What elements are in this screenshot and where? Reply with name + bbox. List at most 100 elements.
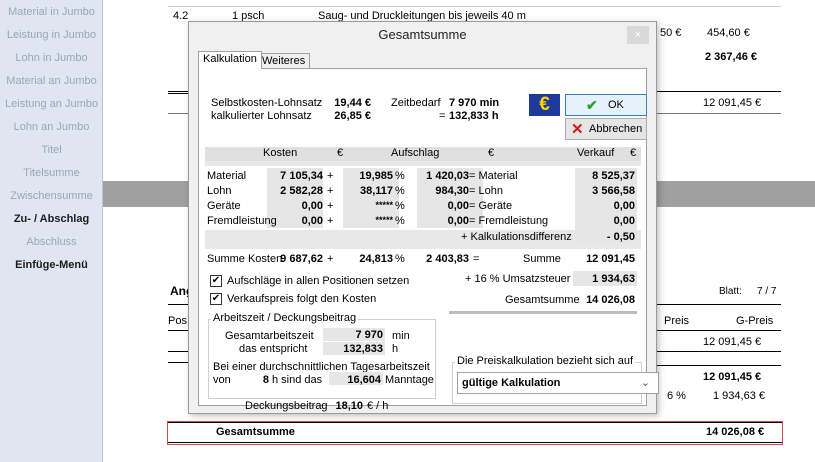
position-price: 454,60 €	[707, 27, 750, 39]
tagesarbeitszeit-text: Bei einer durchschnittlichen Tagesarbeit…	[213, 361, 430, 373]
checkbox-aufschlaege[interactable]: ✔	[210, 275, 222, 287]
row-aufschlag-eur: 1 420,03	[426, 170, 469, 182]
row-kosten: 0,00	[301, 215, 323, 227]
ok-button[interactable]: ✔ OK	[565, 94, 647, 116]
sidebar-item-leistung-an-jumbo[interactable]: Leistung an Jumbo	[0, 98, 103, 110]
row-aufschlag[interactable]: *****	[343, 215, 393, 225]
divider	[168, 93, 188, 94]
sheet-value: 7 / 7	[757, 286, 777, 297]
divider	[168, 362, 188, 363]
header-kosten: Kosten	[263, 147, 298, 159]
row-aufschlag-eur: 0,00	[447, 215, 469, 227]
divider	[657, 365, 781, 366]
check-icon: ✔	[586, 97, 598, 113]
kalkulation-panel: Selbstkosten-Lohnsatz 19,44 € kalkuliert…	[198, 68, 659, 412]
row-aufschlag[interactable]: 19,985	[343, 170, 393, 182]
zeitbedarf-equals: =	[439, 110, 446, 122]
divider	[657, 304, 781, 305]
chevron-down-icon: ⌄	[640, 377, 650, 389]
sidebar-item-material-in-jumbo[interactable]: Material in Jumbo	[0, 6, 103, 18]
row-op: +	[327, 215, 334, 227]
net-total-value: 12 091,45 €	[703, 371, 762, 383]
summe-aufschlag-eur: 2 403,83	[426, 253, 469, 265]
dialog-title: Gesamtsumme	[189, 22, 656, 48]
sind-das-label: h sind das	[272, 374, 323, 386]
row-aufschlag[interactable]: *****	[343, 200, 393, 210]
preiskalkulation-select[interactable]: gültige Kalkulation ⌄	[457, 372, 659, 394]
divider	[657, 351, 781, 352]
row-verkauf: 0,00	[613, 200, 635, 212]
divider	[657, 330, 781, 331]
von-value[interactable]: 8	[255, 374, 269, 386]
deckungsbeitrag-unit: € / h	[367, 400, 389, 412]
gesamt-value: 14 026,08	[586, 294, 635, 306]
row-verkauf: 3 566,58	[592, 185, 635, 197]
sidebar-item-lohn-an-jumbo[interactable]: Lohn an Jumbo	[0, 121, 103, 133]
divider	[168, 330, 188, 331]
summe-kosten-value: 9 687,62	[280, 253, 323, 265]
header-aufschlag-euro: €	[488, 147, 495, 159]
row-label: Geräte	[207, 200, 241, 212]
summe-op: +	[327, 253, 334, 265]
calculation-table: Kosten € Aufschlag € Verkauf € Material …	[205, 147, 641, 280]
ust-value: 1 934,63	[592, 273, 635, 285]
euro-icon[interactable]: €	[529, 94, 560, 116]
column-pos-partial: Pos	[168, 315, 187, 327]
zeitbedarf-hours: 132,833 h	[449, 110, 499, 122]
arbeitszeit-group-title: Arbeitszeit / Deckungsbeitrag	[211, 312, 359, 324]
row-kosten: 0,00	[301, 200, 323, 212]
summe-aufschlag: 24,813	[359, 253, 393, 265]
row-aufschlag-eur: 984,30	[435, 185, 469, 197]
divider	[168, 304, 188, 305]
kalk-lohnsatz-value: 26,85 €	[334, 110, 371, 122]
row-op: +	[327, 185, 334, 197]
row-aufschlag[interactable]: 38,117	[343, 185, 393, 197]
row-eq: = Lohn	[469, 185, 503, 197]
header-aufschlag: Aufschlag	[391, 147, 440, 159]
manntage-label: Manntage	[385, 374, 434, 386]
checkbox-verkaufspreis[interactable]: ✔	[210, 293, 222, 305]
tab-kalkulation[interactable]: Kalkulation	[198, 51, 262, 69]
header-kosten-euro: €	[337, 147, 344, 159]
row-pct: %	[395, 200, 405, 212]
sidebar-item-titelsumme[interactable]: Titelsumme	[0, 167, 103, 179]
das-entspricht-label: das entspricht	[239, 343, 308, 355]
gesamtarbeitszeit-value: 7 970	[355, 329, 383, 341]
row-kosten: 2 582,28	[280, 185, 323, 197]
summe-value: 12 091,45	[586, 253, 635, 265]
sidebar-item-abschluss[interactable]: Abschluss	[0, 236, 103, 248]
column-total-price: G-Preis	[736, 315, 774, 327]
cancel-button[interactable]: ✕ Abbrechen	[565, 118, 647, 140]
sidebar: Material in Jumbo Leistung in Jumbo Lohn…	[0, 0, 103, 462]
row-label: Lohn	[207, 185, 232, 197]
divider	[168, 442, 782, 443]
von-label: von	[213, 374, 231, 386]
gesamtarbeitszeit-label: Gesamtarbeitszeit	[225, 330, 314, 342]
preiskalkulation-label: Die Preiskalkulation bezieht sich auf	[455, 355, 636, 367]
divider	[657, 91, 781, 92]
sidebar-item-leistung-in-jumbo[interactable]: Leistung in Jumbo	[0, 29, 103, 41]
deckungsbeitrag-label: Deckungsbeitrag	[245, 400, 328, 412]
sidebar-item-titel[interactable]: Titel	[0, 144, 103, 156]
header-verkauf-euro: €	[630, 147, 637, 159]
gesamtsumme-dialog: Gesamtsumme × Kalkulation Weiteres Selbs…	[188, 21, 659, 414]
sidebar-item-lohn-in-jumbo[interactable]: Lohn in Jumbo	[0, 52, 103, 64]
selbstkosten-value: 19,44 €	[334, 97, 371, 109]
row-pct: %	[395, 215, 405, 227]
ok-label: OK	[608, 99, 624, 111]
summe-label: Summe	[523, 253, 561, 265]
sidebar-item-zu-abschlag[interactable]: Zu- / Abschlag	[0, 213, 103, 225]
summe-eq: =	[473, 253, 480, 265]
row-aufschlag-eur: 0,00	[447, 200, 469, 212]
sidebar-item-zwischensumme[interactable]: Zwischensumme	[0, 190, 103, 202]
header-verkauf: Verkauf	[577, 147, 615, 159]
grand-total-label: Gesamtsumme	[216, 426, 295, 438]
close-button[interactable]: ×	[627, 26, 649, 44]
row-label: Material	[207, 170, 247, 182]
row-verkauf: 8 525,37	[592, 170, 635, 182]
row-eq: = Geräte	[469, 200, 513, 212]
vat-rate-partial: 6 %	[667, 390, 686, 402]
sidebar-item-material-an-jumbo[interactable]: Material an Jumbo	[0, 75, 103, 87]
sidebar-item-einfuege-menue[interactable]: Einfüge-Menü	[0, 259, 103, 271]
gesamtarbeitszeit-unit: min	[392, 330, 410, 342]
